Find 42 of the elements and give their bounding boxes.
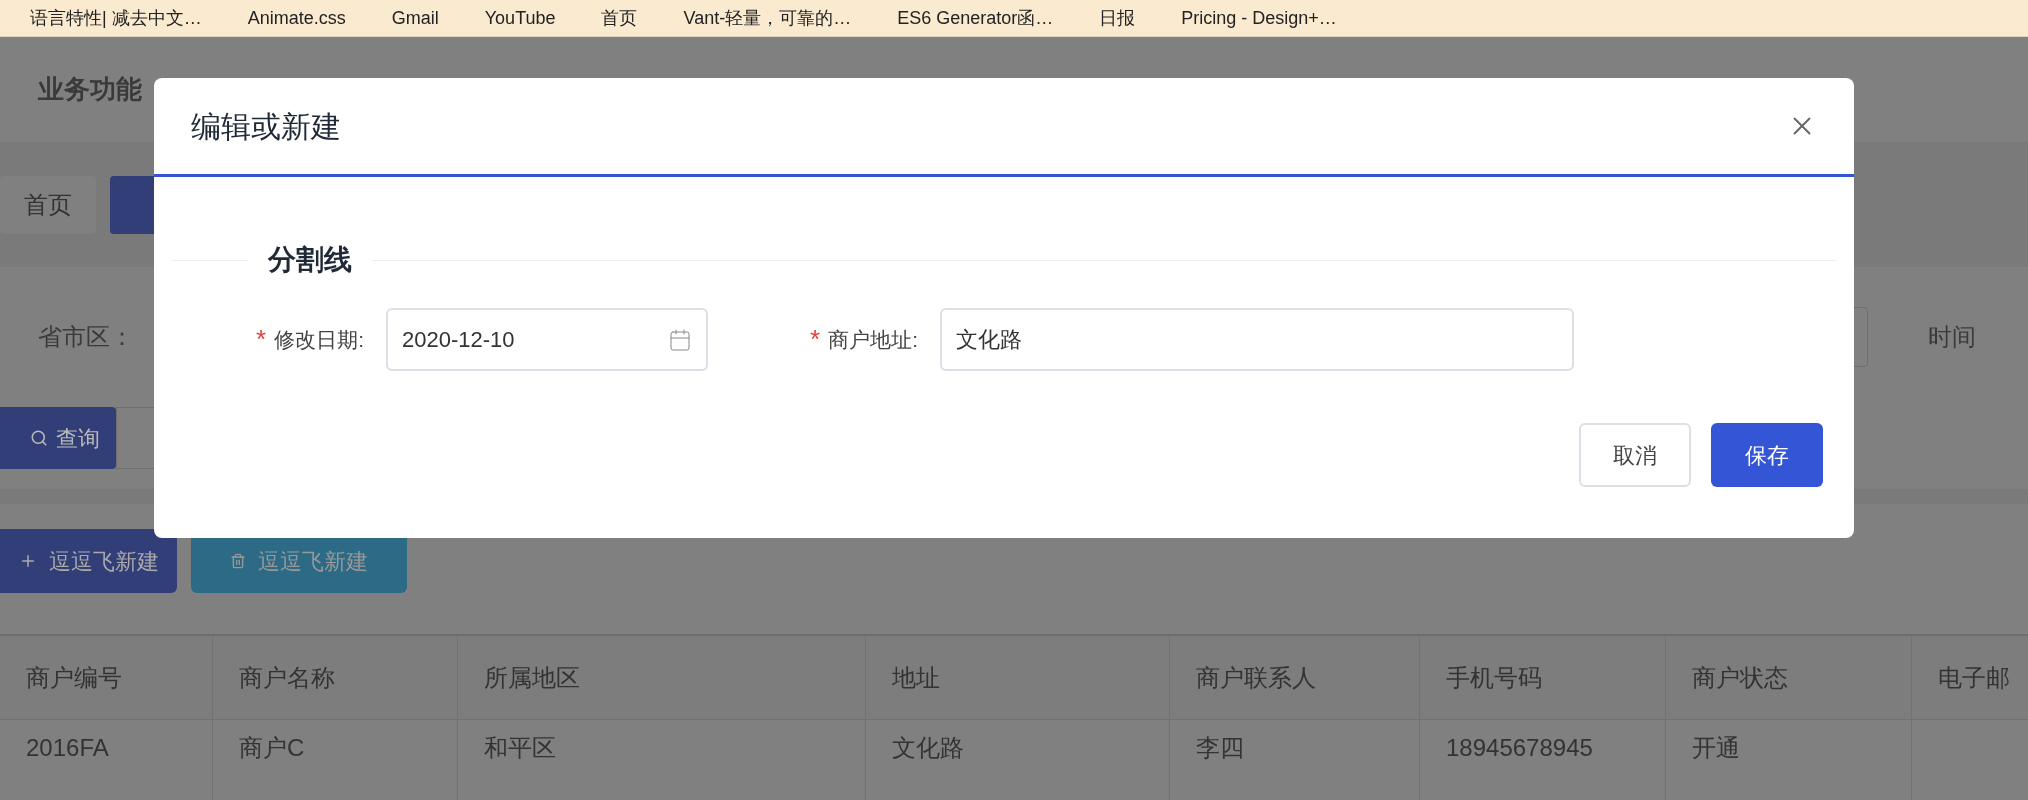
column-header: 所属地区 <box>458 636 866 719</box>
table-cell: 文化路 <box>866 720 1170 800</box>
column-header: 电子邮 <box>1912 636 2028 719</box>
table-cell: 和平区 <box>458 720 866 800</box>
bookmark-link[interactable]: Pricing - Design+… <box>1181 4 1337 32</box>
calendar-icon <box>668 327 692 352</box>
filter-label: 省市区： <box>38 322 134 352</box>
column-header: 商户联系人 <box>1170 636 1420 719</box>
field-label: 商户地址: <box>828 326 918 353</box>
column-header: 商户名称 <box>213 636 458 719</box>
bookmark-link[interactable]: 首页 <box>601 4 638 32</box>
bookmark-link[interactable]: Vant-轻量，可靠的… <box>683 4 852 32</box>
required-mark: * <box>810 323 821 356</box>
bookmark-link[interactable]: 日报 <box>1099 4 1136 32</box>
filter-label: 时间 <box>1928 322 1977 352</box>
column-header: 手机号码 <box>1420 636 1666 719</box>
column-header: 商户状态 <box>1666 636 1912 719</box>
table-cell: 开通 <box>1666 720 1912 800</box>
table-cell: 商户C <box>213 720 458 800</box>
query-button[interactable]: 查询 <box>0 407 116 469</box>
column-header: 地址 <box>866 636 1170 719</box>
field-label: 修改日期: <box>274 326 364 353</box>
table-cell: 2016FA <box>0 720 213 800</box>
dialog-title: 编辑或新建 <box>191 108 341 145</box>
search-icon <box>30 429 48 447</box>
table-cell: 李四 <box>1170 720 1420 800</box>
save-button[interactable]: 保存 <box>1711 423 1823 487</box>
page-title: 业务功能 <box>38 73 142 106</box>
cancel-button[interactable]: 取消 <box>1579 423 1691 487</box>
text-field[interactable]: 文化路 <box>940 308 1574 371</box>
bookmark-link[interactable]: Gmail <box>391 4 439 32</box>
trash-icon <box>230 553 246 569</box>
date-field[interactable]: 2020-12-10 <box>386 308 708 371</box>
column-header: 商户编号 <box>0 636 213 719</box>
add-button[interactable]: 逗逗飞新建 <box>0 529 177 593</box>
bookmark-link[interactable]: YouTube <box>484 4 556 32</box>
required-mark: * <box>256 323 267 356</box>
table-cell: 18945678945 <box>1420 720 1666 800</box>
bookmark-link[interactable]: Animate.css <box>247 4 346 32</box>
divider-title: 分割线 <box>267 243 353 277</box>
bookmark-link[interactable]: ES6 Generator函… <box>897 4 1054 32</box>
bookmark-link[interactable]: 语言特性| 减去中文… <box>30 4 202 32</box>
